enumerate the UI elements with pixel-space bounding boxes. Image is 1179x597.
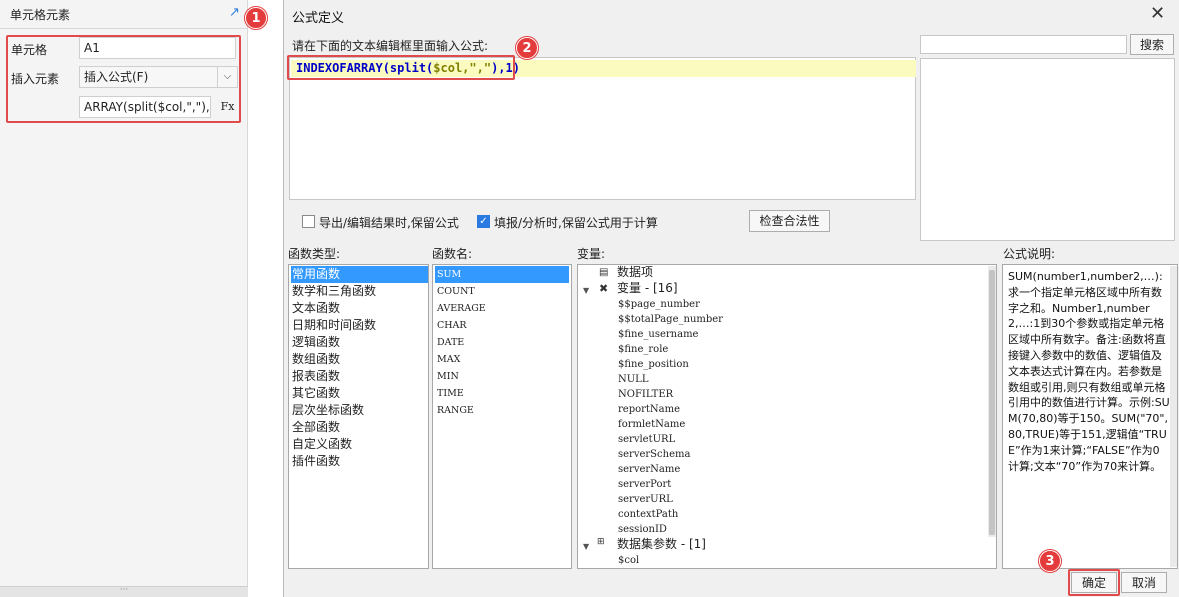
formula-editor-button[interactable]: Fx: [217, 96, 238, 118]
list-item[interactable]: SUM: [435, 266, 569, 283]
chevron-down-icon[interactable]: ▼: [583, 286, 589, 295]
list-item[interactable]: 全部函数: [291, 419, 340, 436]
fx-icon: Fx: [220, 100, 235, 113]
list-item[interactable]: RANGE: [435, 402, 474, 419]
list-item[interactable]: DATE: [435, 334, 464, 351]
highlight-box-3: [1068, 569, 1120, 596]
chevron-down-icon[interactable]: ⌵: [217, 67, 237, 87]
list-item[interactable]: 日期和时间函数: [291, 317, 376, 334]
tree-item[interactable]: serverSchema: [618, 447, 690, 462]
variable-icon: ✖: [599, 282, 609, 295]
step-badge-1: 1: [245, 7, 267, 29]
scrollbar-thumb[interactable]: [989, 270, 995, 535]
table-icon: ▤: [599, 267, 609, 278]
list-item[interactable]: CHAR: [435, 317, 467, 334]
list-item[interactable]: TIME: [435, 385, 464, 402]
tree-item[interactable]: $fine_role: [618, 342, 668, 357]
tree-item[interactable]: serverPort: [618, 477, 671, 492]
formula-description-panel: SUM(number1,number2,…):求一个指定单元格区域中所有数字之和…: [1002, 264, 1178, 569]
close-icon[interactable]: ✕: [1150, 3, 1165, 25]
tree-item[interactable]: formletName: [618, 417, 685, 432]
description-scrollbar[interactable]: [1170, 266, 1177, 567]
cell-element-panel: 单元格元素 ↗ 单元格 A1 插入元素 插入公式(F) ⌵ ARRAY(spli…: [0, 0, 248, 597]
list-item[interactable]: MIN: [435, 368, 459, 385]
export-keep-formula-checkbox[interactable]: [302, 215, 315, 228]
tree-item[interactable]: contextPath: [618, 507, 678, 522]
list-item[interactable]: 数学和三角函数: [291, 283, 376, 300]
insert-element-value: 插入公式(F): [84, 70, 149, 84]
insert-element-select[interactable]: 插入公式(F) ⌵: [79, 66, 238, 88]
function-types-list: 常用函数 数学和三角函数 文本函数 日期和时间函数 逻辑函数 数组函数 报表函数…: [288, 264, 429, 569]
tree-item[interactable]: serverName: [618, 462, 680, 477]
search-button[interactable]: 搜索: [1130, 34, 1174, 55]
step-badge-2: 2: [516, 37, 538, 59]
list-item[interactable]: 逻辑函数: [291, 334, 340, 351]
dataset-param-icon: ⊞: [597, 537, 605, 547]
highlight-box-2: [287, 55, 515, 80]
tree-item[interactable]: $col: [618, 553, 639, 568]
tree-item[interactable]: sessionID: [618, 522, 667, 537]
tree-item[interactable]: $$totalPage_number: [618, 312, 723, 327]
tree-item[interactable]: $fine_username: [618, 327, 698, 342]
chevron-down-icon[interactable]: ▼: [583, 542, 589, 551]
insert-element-label: 插入元素: [11, 72, 60, 86]
variables-tree: ▤ 数据项 ▼ ✖ 变量 - [16] $$page_number $$tota…: [577, 264, 997, 569]
fill-keep-formula-checkbox[interactable]: ✓: [477, 215, 490, 228]
divider: [0, 28, 248, 29]
variables-scrollbar[interactable]: [988, 266, 996, 537]
formula-input[interactable]: ARRAY(split($col,","),1): [79, 96, 211, 118]
function-names-header: 函数名:: [432, 247, 473, 261]
tree-item[interactable]: NOFILTER: [618, 387, 673, 402]
panel-resize-handle[interactable]: ···: [0, 586, 248, 597]
list-item[interactable]: 自定义函数: [291, 436, 352, 453]
step-badge-3: 3: [1039, 550, 1061, 572]
formula-prompt: 请在下面的文本编辑框里面输入公式:: [292, 39, 489, 53]
cell-input[interactable]: A1: [79, 37, 236, 59]
fill-keep-formula-label: 填报/分析时,保留公式用于计算: [494, 216, 658, 230]
tree-item-data-item[interactable]: 数据项: [617, 265, 653, 280]
cancel-button[interactable]: 取消: [1121, 572, 1167, 593]
tree-item[interactable]: reportName: [618, 402, 680, 417]
panel-title: 单元格元素: [10, 8, 71, 22]
list-item[interactable]: 层次坐标函数: [291, 402, 364, 419]
export-keep-formula-label: 导出/编辑结果时,保留公式: [319, 216, 459, 230]
tree-item[interactable]: $$page_number: [618, 297, 700, 312]
tree-group-variables[interactable]: 变量 - [16]: [617, 281, 678, 296]
list-item[interactable]: 文本函数: [291, 300, 340, 317]
list-item[interactable]: 常用函数: [291, 266, 428, 283]
dialog-title: 公式定义: [292, 11, 345, 26]
function-types-header: 函数类型:: [288, 247, 341, 261]
list-item[interactable]: MAX: [435, 351, 460, 368]
list-item[interactable]: AVERAGE: [435, 300, 486, 317]
tree-group-dataset-params[interactable]: 数据集参数 - [1]: [617, 537, 706, 552]
search-results: [920, 58, 1175, 241]
tree-item[interactable]: NULL: [618, 372, 648, 387]
list-item[interactable]: 数组函数: [291, 351, 340, 368]
function-names-list: SUM COUNT AVERAGE CHAR DATE MAX MIN TIME…: [432, 264, 572, 569]
search-input[interactable]: [920, 35, 1127, 54]
list-item[interactable]: 报表函数: [291, 368, 340, 385]
check-validity-button[interactable]: 检查合法性: [749, 210, 830, 232]
variables-header: 变量:: [577, 247, 606, 261]
description-header: 公式说明:: [1003, 247, 1056, 261]
formula-description: SUM(number1,number2,…):求一个指定单元格区域中所有数字之和…: [1008, 270, 1170, 473]
list-item[interactable]: 其它函数: [291, 385, 340, 402]
cell-label: 单元格: [11, 43, 48, 57]
pin-icon[interactable]: ↗: [229, 5, 240, 20]
tree-item[interactable]: servletURL: [618, 432, 675, 447]
formula-dialog: 公式定义 ✕ 请在下面的文本编辑框里面输入公式: INDEXOFARRAY(sp…: [283, 0, 1179, 597]
tree-item[interactable]: serverURL: [618, 492, 673, 507]
list-item[interactable]: 插件函数: [291, 453, 340, 470]
tree-item[interactable]: $fine_position: [618, 357, 689, 372]
list-item[interactable]: COUNT: [435, 283, 475, 300]
